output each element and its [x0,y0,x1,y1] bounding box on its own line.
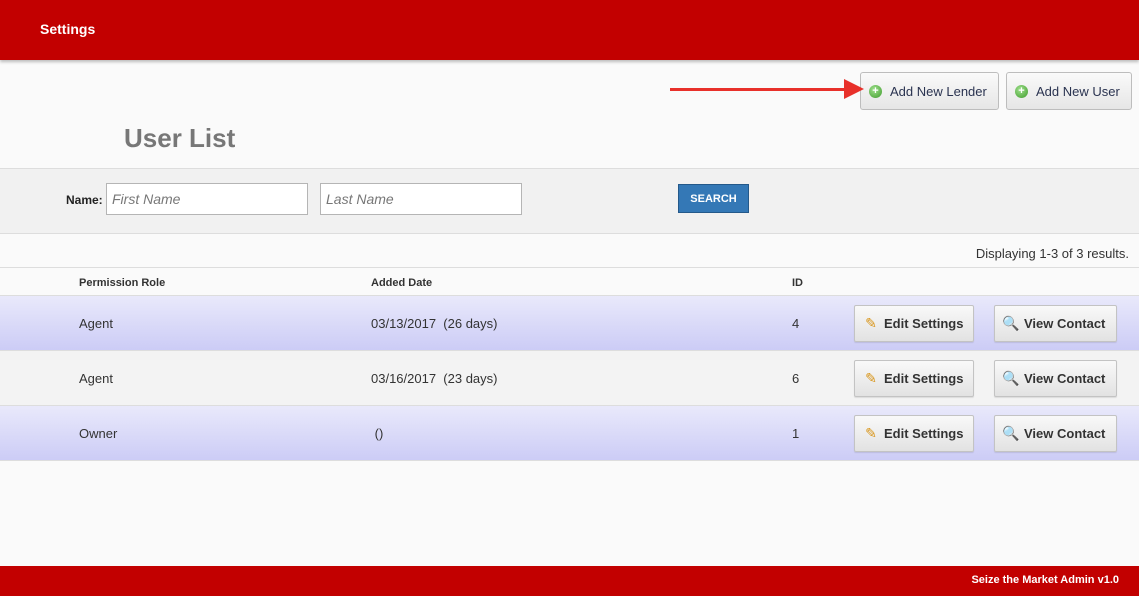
view-contact-button[interactable]: 🔍 View Contact [994,305,1117,342]
id-cell: 6 [792,371,800,386]
role-cell: Owner [79,426,118,441]
id-cell: 1 [792,426,800,441]
version-text: Seize the Market Admin v1.0 [971,574,1119,586]
view-contact-button[interactable]: 🔍 View Contact [994,360,1117,397]
added-date-cell: () [371,426,384,441]
role-cell: Agent [79,371,113,386]
role-cell: Agent [79,316,113,331]
add-new-user-label: Add New User [1036,83,1120,99]
table-header: Permission Role Added Date ID [0,267,1139,296]
name-label: Name: [66,193,103,207]
edit-settings-label: Edit Settings [884,316,964,331]
search-button[interactable]: SEARCH [678,184,749,213]
pencil-icon: ✎ [865,425,877,441]
plus-circle-icon: + [1015,84,1028,98]
edit-settings-label: Edit Settings [884,426,964,441]
id-cell: 4 [792,316,800,331]
pencil-icon: ✎ [865,315,877,331]
table-row: Owner () 1 ✎ Edit Settings 🔍 View Contac… [0,406,1139,461]
add-new-lender-label: Add New Lender [890,83,987,99]
view-contact-label: View Contact [1024,371,1106,386]
column-header-added-date: Added Date [371,277,433,289]
footer-bar: Seize the Market Admin v1.0 [0,566,1139,596]
annotation-arrow-line [670,88,845,91]
table-row: Agent 03/16/2017 (23 days) 6 ✎ Edit Sett… [0,351,1139,406]
column-header-permission-role: Permission Role [79,277,166,289]
add-new-user-button[interactable]: + Add New User [1006,72,1132,110]
last-name-input[interactable] [320,183,522,215]
column-header-id: ID [792,277,803,289]
magnifier-icon: 🔍 [1002,370,1020,386]
view-contact-button[interactable]: 🔍 View Contact [994,415,1117,452]
table-row: Agent 03/13/2017 (26 days) 4 ✎ Edit Sett… [0,296,1139,351]
results-count: Displaying 1-3 of 3 results. [975,246,1129,261]
page-header-title: Settings [40,21,96,37]
first-name-input[interactable] [106,183,308,215]
top-bar: Settings [0,0,1139,60]
added-date-cell: 03/16/2017 (23 days) [371,371,498,386]
edit-settings-button[interactable]: ✎ Edit Settings [854,305,974,342]
search-panel: Name: SEARCH [0,168,1139,234]
page-title: User List [124,123,236,153]
magnifier-icon: 🔍 [1002,425,1020,441]
magnifier-icon: 🔍 [1002,315,1020,331]
edit-settings-label: Edit Settings [884,371,964,386]
add-new-lender-button[interactable]: + Add New Lender [860,72,999,110]
edit-settings-button[interactable]: ✎ Edit Settings [854,415,974,452]
edit-settings-button[interactable]: ✎ Edit Settings [854,360,974,397]
view-contact-label: View Contact [1024,316,1106,331]
plus-circle-icon: + [869,84,882,98]
pencil-icon: ✎ [865,370,877,386]
view-contact-label: View Contact [1024,426,1106,441]
added-date-cell: 03/13/2017 (26 days) [371,316,498,331]
annotation-arrow-head [844,79,864,99]
